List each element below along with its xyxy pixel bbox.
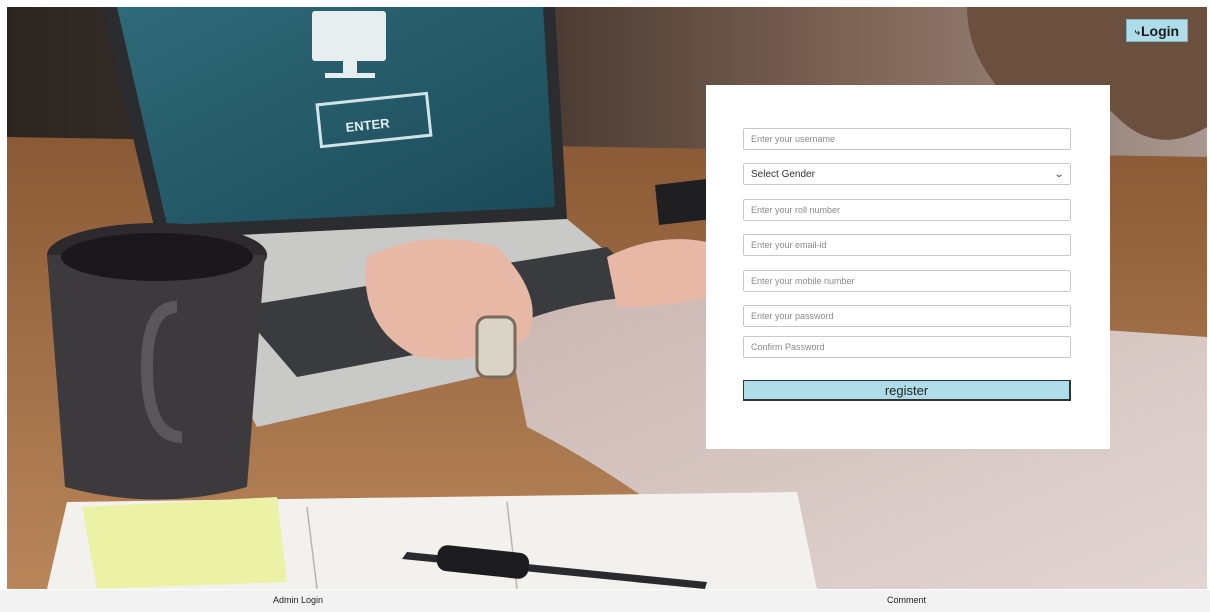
- footer: Admin Login Comment: [0, 590, 1210, 612]
- confirm-password-input[interactable]: [743, 336, 1071, 358]
- login-arrow-icon: ⤷: [1134, 26, 1140, 37]
- registration-form: Select Gender ⌄ register: [706, 85, 1110, 449]
- register-button[interactable]: register: [743, 380, 1071, 401]
- login-button[interactable]: ⤷ Login: [1126, 19, 1188, 42]
- comment-link[interactable]: Comment: [887, 595, 926, 605]
- password-input[interactable]: [743, 305, 1071, 327]
- gender-select[interactable]: Select Gender ⌄: [743, 163, 1071, 185]
- admin-login-link[interactable]: Admin Login: [273, 595, 323, 605]
- chevron-down-icon: ⌄: [1053, 168, 1065, 180]
- gender-select-value: Select Gender: [751, 168, 815, 180]
- email-input[interactable]: [743, 234, 1071, 256]
- roll-number-input[interactable]: [743, 199, 1071, 221]
- page: ENTER ⤷ Login Enter your username Select…: [0, 0, 1210, 612]
- username-input[interactable]: [743, 128, 1071, 150]
- login-button-label: Login: [1140, 22, 1180, 39]
- mobile-input[interactable]: [743, 270, 1071, 292]
